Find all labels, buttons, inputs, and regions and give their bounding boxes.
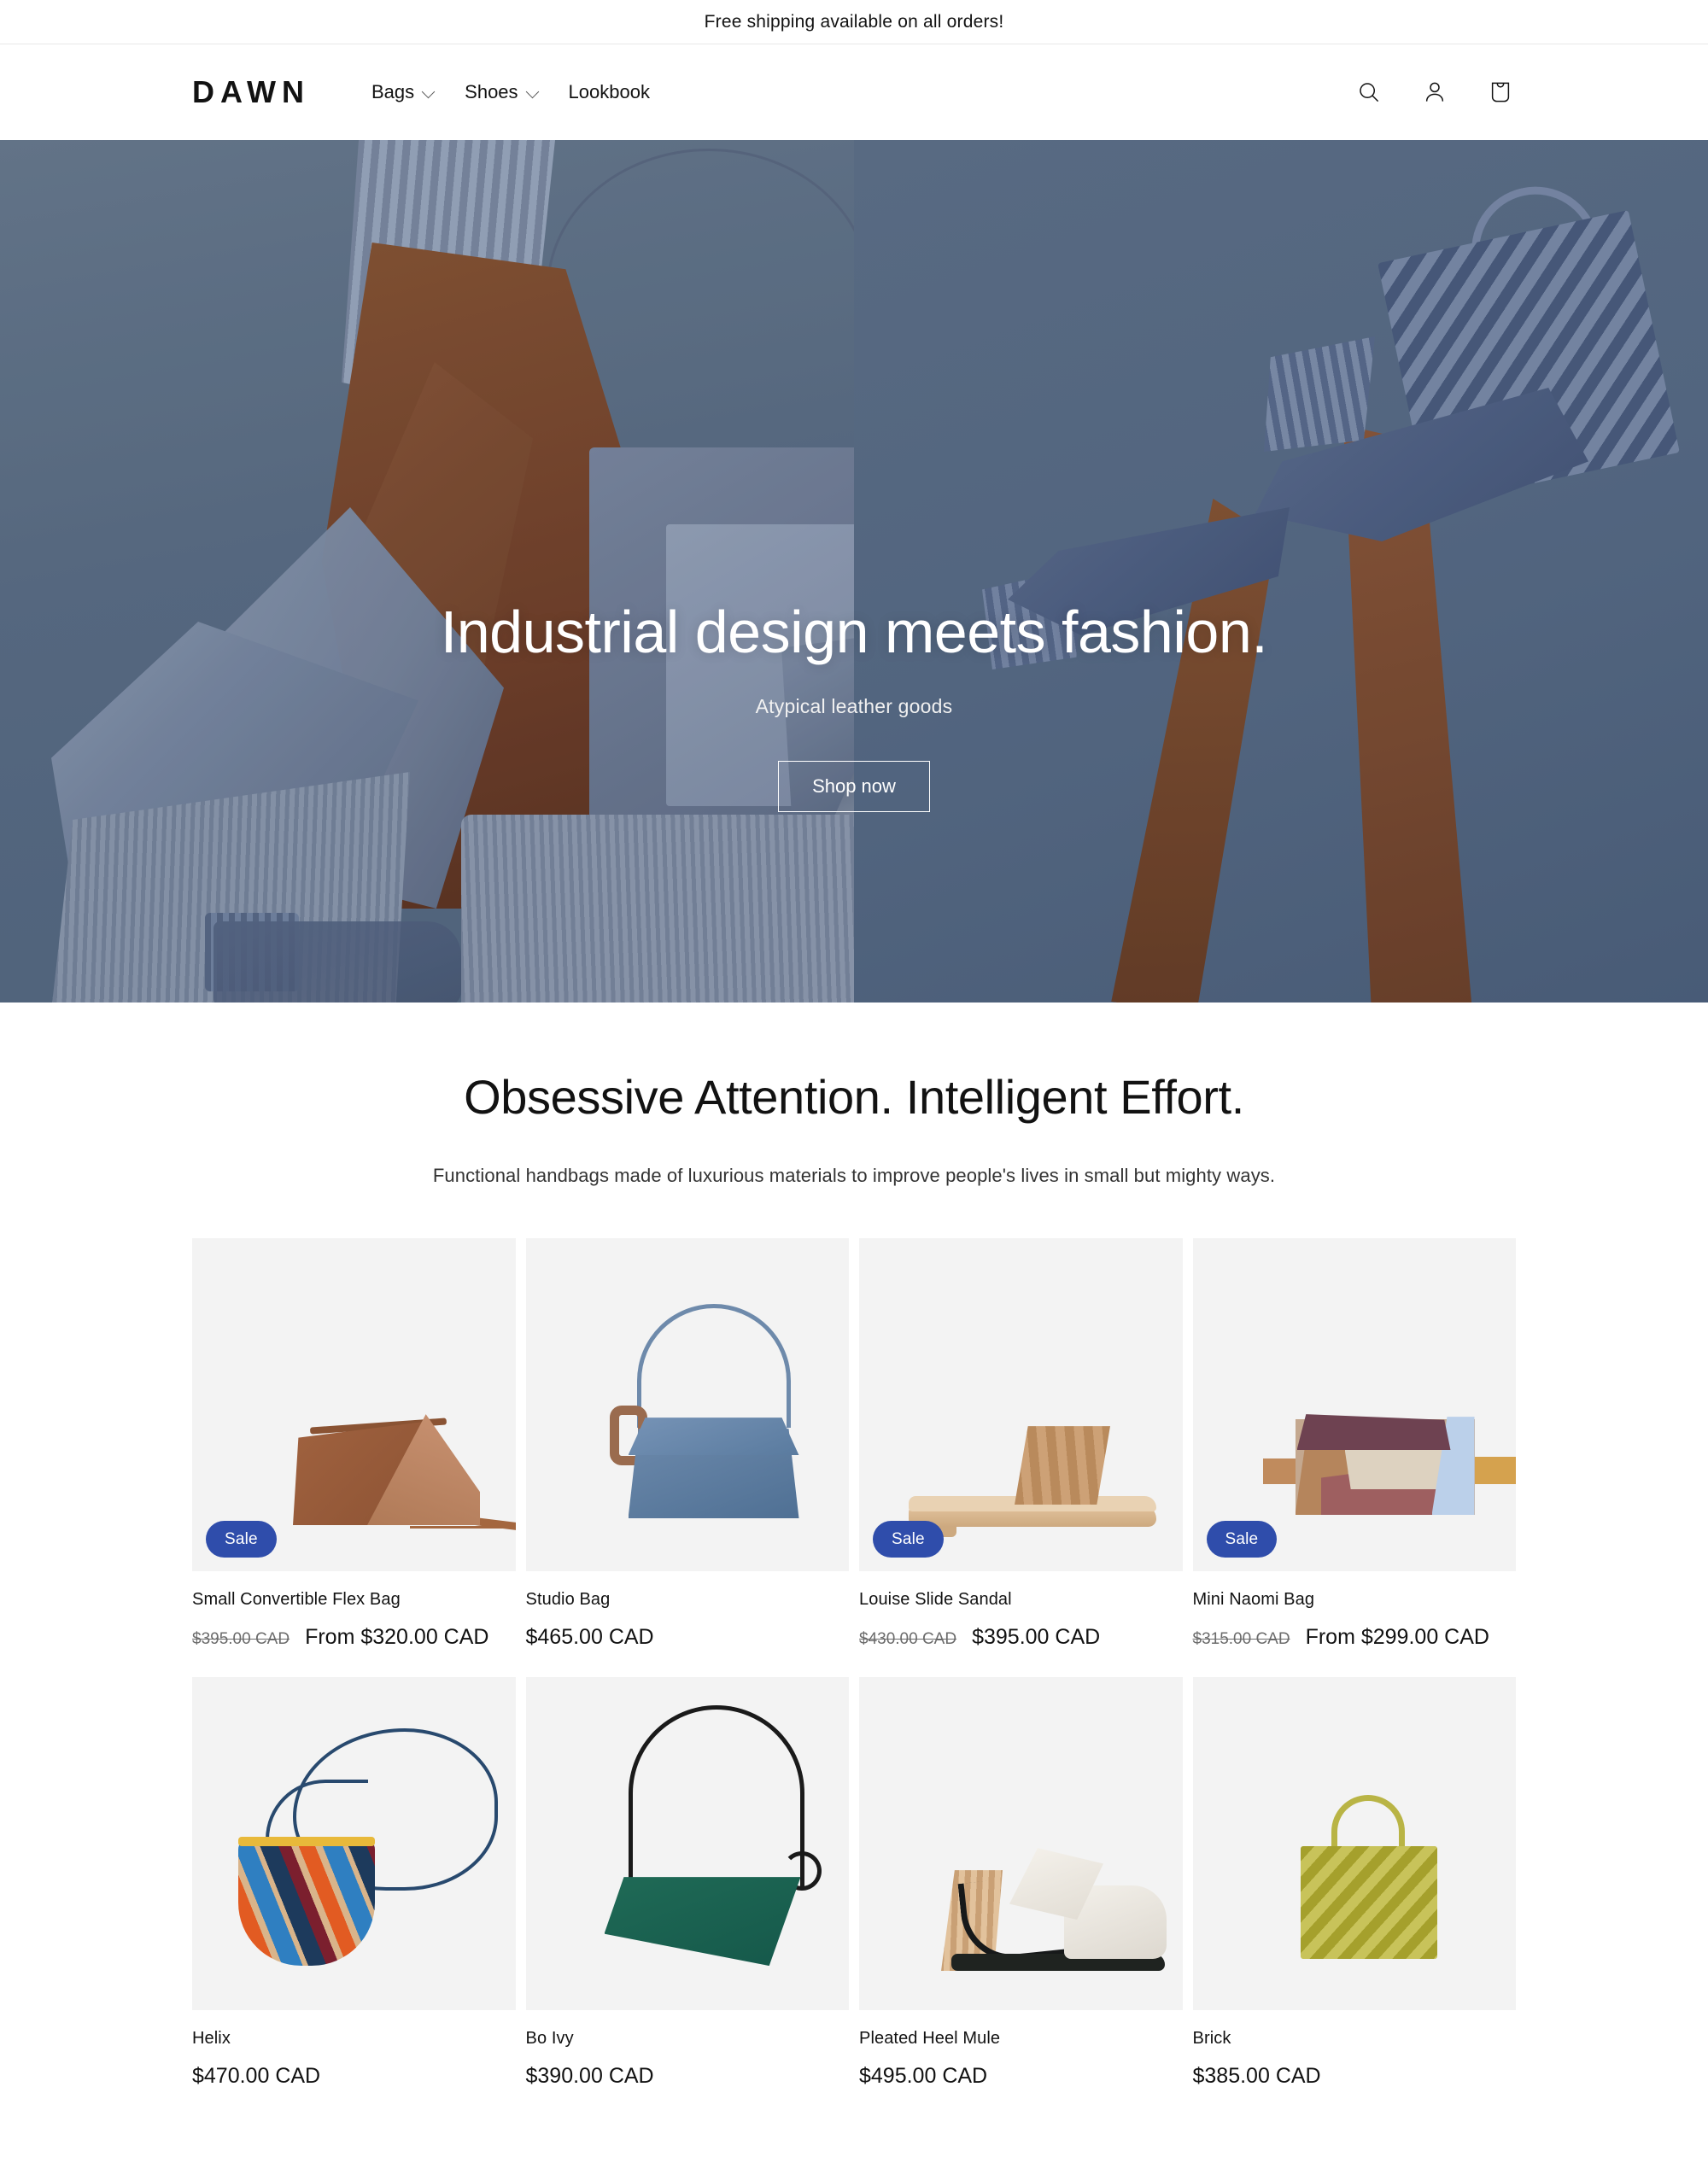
nav-item-shoes[interactable]: Shoes	[465, 81, 539, 103]
product-price: $315.00 CAD From $299.00 CAD	[1193, 1625, 1517, 1650]
product-card[interactable]: Helix $470.00 CAD	[192, 1677, 516, 2089]
nav-item-label: Shoes	[465, 81, 518, 102]
product-image[interactable]	[192, 1677, 516, 2011]
announcement-text: Free shipping available on all orders!	[704, 11, 1004, 32]
hero-content: Industrial design meets fashion. Atypica…	[0, 599, 1708, 812]
sandal-strap	[1015, 1426, 1110, 1505]
product-title[interactable]: Helix	[192, 2029, 516, 2049]
price-current: $395.00 CAD	[972, 1625, 1101, 1650]
price-current: $470.00 CAD	[192, 2064, 321, 2089]
price-compare-at: $430.00 CAD	[859, 1630, 957, 1649]
featured-collection: Sale Small Convertible Flex Bag $395.00 …	[0, 1187, 1708, 2157]
search-icon[interactable]	[1354, 77, 1384, 108]
product-image[interactable]: Sale	[859, 1238, 1183, 1572]
section-heading: Obsessive Attention. Intelligent Effort.	[464, 1070, 1244, 1124]
price-current: $465.00 CAD	[525, 1625, 654, 1650]
bag-strap	[628, 1705, 804, 1890]
nav-item-label: Bags	[371, 81, 415, 102]
bag-body-quilted	[1300, 1846, 1437, 1960]
rich-text-section: Obsessive Attention. Intelligent Effort.…	[0, 1003, 1708, 1188]
product-image[interactable]	[859, 1677, 1183, 2011]
price-current: $390.00 CAD	[525, 2064, 654, 2089]
site-logo[interactable]: DAWN	[192, 77, 310, 108]
product-grid: Sale Small Convertible Flex Bag $395.00 …	[192, 1238, 1516, 2089]
chevron-down-icon	[422, 85, 436, 99]
price-current: $385.00 CAD	[1192, 2064, 1321, 2089]
price-current: From $320.00 CAD	[305, 1625, 489, 1650]
product-title[interactable]: Small Convertible Flex Bag	[192, 1590, 516, 1610]
hero-title: Industrial design meets fashion.	[440, 599, 1268, 665]
price-compare-at: $315.00 CAD	[1192, 1630, 1290, 1649]
product-price: $390.00 CAD	[526, 2064, 850, 2089]
nav-item-label: Lookbook	[568, 81, 650, 102]
product-title[interactable]: Pleated Heel Mule	[859, 2029, 1183, 2049]
product-price: $470.00 CAD	[192, 2064, 516, 2089]
section-body: Functional handbags made of luxurious ma…	[432, 1165, 1276, 1187]
product-price: $385.00 CAD	[1193, 2064, 1517, 2089]
bag-rim	[238, 1837, 375, 1847]
nav-item-lookbook[interactable]: Lookbook	[569, 81, 650, 103]
bag-body	[604, 1877, 801, 1967]
nav-item-bags[interactable]: Bags	[371, 81, 436, 103]
status-badge: Sale	[873, 1521, 944, 1558]
account-icon[interactable]	[1419, 77, 1450, 108]
product-title[interactable]: Studio Bag	[526, 1590, 850, 1610]
product-title[interactable]: Mini Naomi Bag	[1193, 1590, 1517, 1610]
hero-banner: Industrial design meets fashion. Atypica…	[0, 140, 1708, 1003]
status-badge: Sale	[1206, 1521, 1278, 1558]
status-badge: Sale	[206, 1521, 277, 1558]
announcement-bar: Free shipping available on all orders!	[0, 0, 1708, 44]
product-title[interactable]: Brick	[1193, 2029, 1517, 2049]
product-card[interactable]: Sale Mini Naomi Bag $315.00 CAD From $29…	[1192, 1238, 1517, 1650]
cart-icon[interactable]	[1485, 77, 1516, 108]
bag-flap	[1296, 1414, 1451, 1451]
chevron-down-icon	[526, 85, 540, 99]
product-price: $495.00 CAD	[859, 2064, 1183, 2089]
site-header: DAWN Bags Shoes Lookbook	[0, 44, 1708, 140]
product-title[interactable]: Louise Slide Sandal	[859, 1590, 1183, 1610]
product-card[interactable]: Sale Louise Slide Sandal $430.00 CAD $39…	[859, 1238, 1183, 1650]
product-card[interactable]: Bo Ivy $390.00 CAD	[525, 1677, 850, 2089]
product-card[interactable]: Pleated Heel Mule $495.00 CAD	[859, 1677, 1183, 2089]
bag-body-striped	[238, 1838, 375, 1967]
product-price: $465.00 CAD	[526, 1625, 850, 1650]
product-title[interactable]: Bo Ivy	[526, 2029, 850, 2049]
header-actions	[1354, 77, 1516, 108]
hero-overlay	[0, 140, 1708, 1003]
hero-subtitle: Atypical leather goods	[755, 694, 953, 717]
shop-now-button[interactable]: Shop now	[778, 760, 930, 812]
price-current: $495.00 CAD	[859, 2064, 988, 2089]
product-image[interactable]	[1192, 1677, 1516, 2011]
price-current: From $299.00 CAD	[1305, 1625, 1489, 1650]
bag-handle	[1331, 1795, 1405, 1850]
price-compare-at: $395.00 CAD	[192, 1630, 290, 1649]
product-card[interactable]: Sale Small Convertible Flex Bag $395.00 …	[192, 1238, 516, 1650]
product-image[interactable]	[525, 1677, 849, 2011]
main-navigation: Bags Shoes Lookbook	[371, 81, 1354, 103]
product-card[interactable]: Brick $385.00 CAD	[1192, 1677, 1517, 2089]
product-price: $395.00 CAD From $320.00 CAD	[192, 1625, 516, 1650]
product-card[interactable]: Studio Bag $465.00 CAD	[525, 1238, 850, 1650]
bag-handle	[636, 1304, 791, 1429]
bag-flap	[628, 1418, 799, 1456]
product-image[interactable]: Sale	[192, 1238, 516, 1572]
product-image[interactable]: Sale	[1192, 1238, 1516, 1572]
product-image[interactable]	[525, 1238, 849, 1572]
product-price: $430.00 CAD $395.00 CAD	[859, 1625, 1183, 1650]
